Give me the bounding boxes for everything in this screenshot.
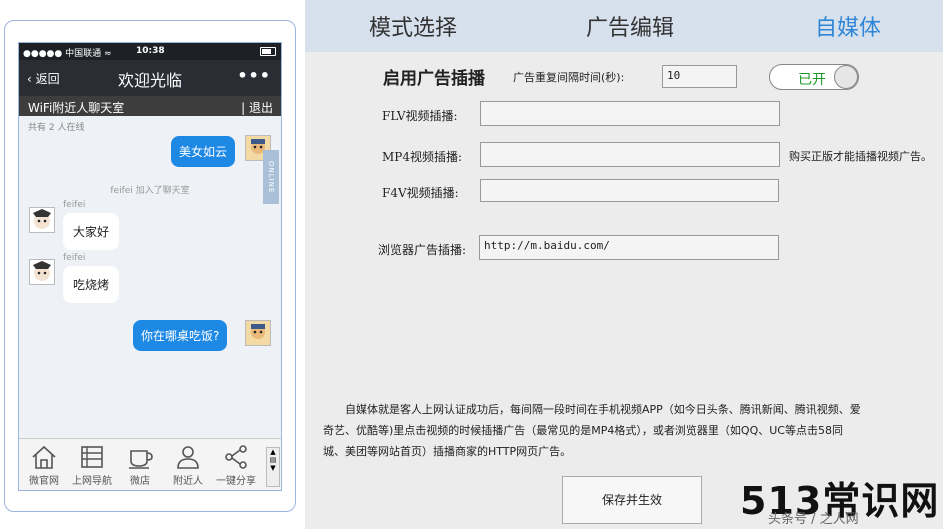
status-time: 10:38 [136,46,165,56]
flv-label: FLV视频插播: [382,109,458,123]
tab-label: 附近人 [173,476,203,487]
sender-nick: feifei [63,253,86,263]
online-count: 共有 2 人在线 [28,123,85,133]
carrier-label: ●●●●● 中国联通 ≈ [23,49,112,59]
ad-toggle-switch[interactable]: 已开 [769,64,859,90]
avatar [29,207,55,233]
browser-label: 浏览器广告插播: [378,243,467,257]
person-icon [177,446,199,469]
chat-bubble-incoming: 吃烧烤 [63,266,120,303]
toggle-knob [834,65,858,89]
watermark-sub: 头条号 / 之人网 [768,512,859,527]
interval-label: 广告重复间隔时间(秒): [513,71,625,84]
flv-input[interactable] [480,101,780,126]
interval-input[interactable]: 10 [662,65,737,88]
phone-preview-panel: ●●●●● 中国联通 ≈ 10:38 ‹ 返回 欢迎光临 ••• WiFi附近人… [0,0,305,529]
mp4-note: 购买正版才能插播视频广告。 [789,150,932,163]
tab-scrollbar[interactable]: ▲ ▤ ▼ [266,447,280,487]
description-text: 自媒体就是客人上网认证成功后，每间隔一段时间在手机视频APP（如今日头条、腾讯新… [323,403,861,458]
home-icon [32,445,56,469]
system-message: feifei 加入了聊天室 [110,186,190,196]
battery-icon [260,47,276,56]
toggle-label: 已开 [798,72,826,88]
phone-screen: ●●●●● 中国联通 ≈ 10:38 ‹ 返回 欢迎光临 ••• WiFi附近人… [18,42,282,491]
avatar [245,320,271,346]
tab-label: 微店 [130,476,150,487]
tab-label: 微官网 [29,476,59,487]
save-button[interactable]: 保存并生效 [562,476,702,524]
mp4-input[interactable] [480,142,780,167]
chat-bubble-incoming: 大家好 [63,213,120,250]
f4v-label: F4V视频插播: [382,186,459,200]
tab-share[interactable]: 一键分享 [213,439,259,490]
mp4-label: MP4视频插播: [382,150,463,164]
tab-label: 一键分享 [216,476,256,487]
phone-status-bar: ●●●●● 中国联通 ≈ 10:38 [19,43,281,60]
tab-shop[interactable]: 微店 [117,439,163,490]
menu-ad-edit[interactable]: 广告编辑 [586,10,674,42]
exit-button[interactable]: | 退出 [241,99,273,116]
tab-navigation[interactable]: 上网导航 [69,439,115,490]
menu-mode-select[interactable]: 模式选择 [369,10,457,42]
chat-bubble-outgoing: 你在哪桌吃饭? [133,320,228,351]
ad-insert-heading: 启用广告插播 [383,69,485,89]
settings-panel: 模式选择 广告编辑 自媒体 启用广告插播 广告重复间隔时间(秒): 10 已开 … [305,0,943,529]
more-icon[interactable]: ••• [237,66,271,85]
avatar-face-icon [246,321,270,345]
tab-micro-site[interactable]: 微官网 [21,439,67,490]
sender-nick: feifei [63,200,86,210]
tab-nearby[interactable]: 附近人 [165,439,211,490]
avatar [29,259,55,285]
top-menu: 模式选择 广告编辑 自媒体 [305,0,943,52]
chat-nav-bar: ‹ 返回 欢迎光临 ••• [19,60,281,96]
share-icon [225,445,247,469]
tab-label: 上网导航 [72,476,112,487]
list-icon [81,446,103,468]
browser-input[interactable]: http://m.baidu.com/ [479,235,779,260]
menu-self-media[interactable]: 自媒体 [815,10,881,42]
chat-bubble-outgoing: 美女如云 [171,136,236,167]
f4v-input[interactable] [480,179,779,202]
phone-tab-bar: 微官网 上网导航 微店 附近人 一键分享 ▲ ▤ ▼ [19,438,281,490]
room-name: WiFi附近人聊天室 [28,101,125,115]
avatar-face-icon [30,208,54,232]
avatar-face-icon [30,260,54,284]
cup-icon [129,450,153,469]
room-bar: WiFi附近人聊天室 | 退出 [19,96,281,116]
